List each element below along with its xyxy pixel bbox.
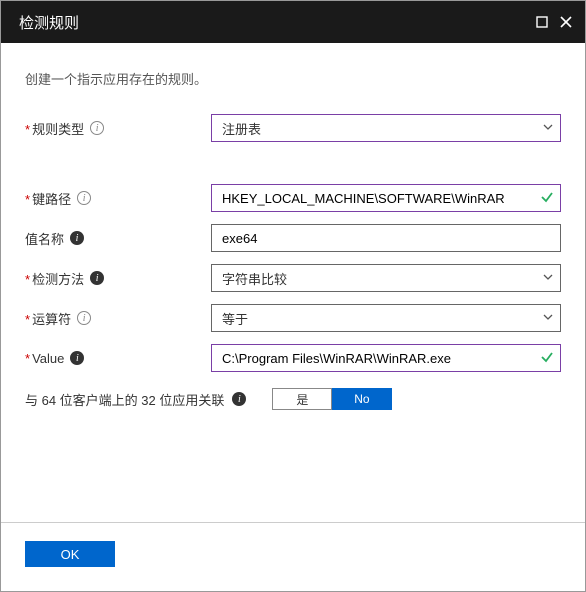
- toggle-no-button[interactable]: No: [332, 388, 392, 410]
- detection-method-select[interactable]: 字符串比较: [211, 264, 561, 292]
- key-path-input[interactable]: [222, 191, 534, 206]
- footer-separator: [1, 522, 585, 523]
- rule-type-value: 注册表: [222, 119, 261, 138]
- row-value-name: 值名称 i: [25, 224, 561, 252]
- chevron-down-icon: [542, 271, 554, 286]
- label-detection-method: *检测方法 i: [25, 269, 211, 288]
- info-icon[interactable]: i: [90, 271, 104, 285]
- label-operator: *运算符 i: [25, 309, 211, 328]
- restore-icon[interactable]: [535, 15, 549, 29]
- info-icon[interactable]: i: [70, 351, 84, 365]
- row-value: *Value i: [25, 344, 561, 372]
- info-icon[interactable]: i: [70, 231, 84, 245]
- toggle-yes-button[interactable]: 是: [272, 388, 332, 410]
- toggle-32bit: 是 No: [272, 388, 392, 410]
- required-marker: *: [25, 272, 30, 287]
- check-icon: [540, 190, 554, 207]
- chevron-down-icon: [542, 311, 554, 326]
- info-icon[interactable]: i: [77, 311, 91, 325]
- detection-rule-panel: 检测规则 创建一个指示应用存在的规则。 *规则类型 i 注册表: [0, 0, 586, 592]
- detection-method-value: 字符串比较: [222, 269, 287, 288]
- panel-body: 创建一个指示应用存在的规则。 *规则类型 i 注册表 *键路径 i: [1, 43, 585, 504]
- label-value-name: 值名称 i: [25, 229, 211, 248]
- ok-button[interactable]: OK: [25, 541, 115, 567]
- check-icon: [540, 350, 554, 367]
- required-marker: *: [25, 312, 30, 327]
- row-operator: *运算符 i 等于: [25, 304, 561, 332]
- label-32bit-toggle: 与 64 位客户端上的 32 位应用关联 i: [25, 390, 246, 409]
- info-icon[interactable]: i: [90, 121, 104, 135]
- operator-select[interactable]: 等于: [211, 304, 561, 332]
- panel-subtitle: 创建一个指示应用存在的规则。: [25, 69, 561, 88]
- header-controls: [535, 15, 573, 29]
- info-icon[interactable]: i: [232, 392, 246, 406]
- required-marker: *: [25, 351, 30, 366]
- row-key-path: *键路径 i: [25, 184, 561, 212]
- info-icon[interactable]: i: [77, 191, 91, 205]
- row-rule-type: *规则类型 i 注册表: [25, 114, 561, 142]
- panel-footer: OK: [1, 504, 585, 591]
- value-name-input-wrap: [211, 224, 561, 252]
- label-value: *Value i: [25, 351, 211, 366]
- row-32bit-toggle: 与 64 位客户端上的 32 位应用关联 i 是 No: [25, 388, 561, 410]
- panel-header: 检测规则: [1, 1, 585, 43]
- rule-type-select[interactable]: 注册表: [211, 114, 561, 142]
- row-detection-method: *检测方法 i 字符串比较: [25, 264, 561, 292]
- required-marker: *: [25, 192, 30, 207]
- value-input-wrap: [211, 344, 561, 372]
- value-name-input[interactable]: [222, 231, 554, 246]
- label-key-path: *键路径 i: [25, 189, 211, 208]
- panel-title: 检测规则: [19, 12, 79, 33]
- required-marker: *: [25, 122, 30, 137]
- chevron-down-icon: [542, 121, 554, 136]
- close-icon[interactable]: [559, 15, 573, 29]
- label-rule-type: *规则类型 i: [25, 119, 211, 138]
- operator-value: 等于: [222, 309, 248, 328]
- value-input[interactable]: [222, 351, 534, 366]
- key-path-input-wrap: [211, 184, 561, 212]
